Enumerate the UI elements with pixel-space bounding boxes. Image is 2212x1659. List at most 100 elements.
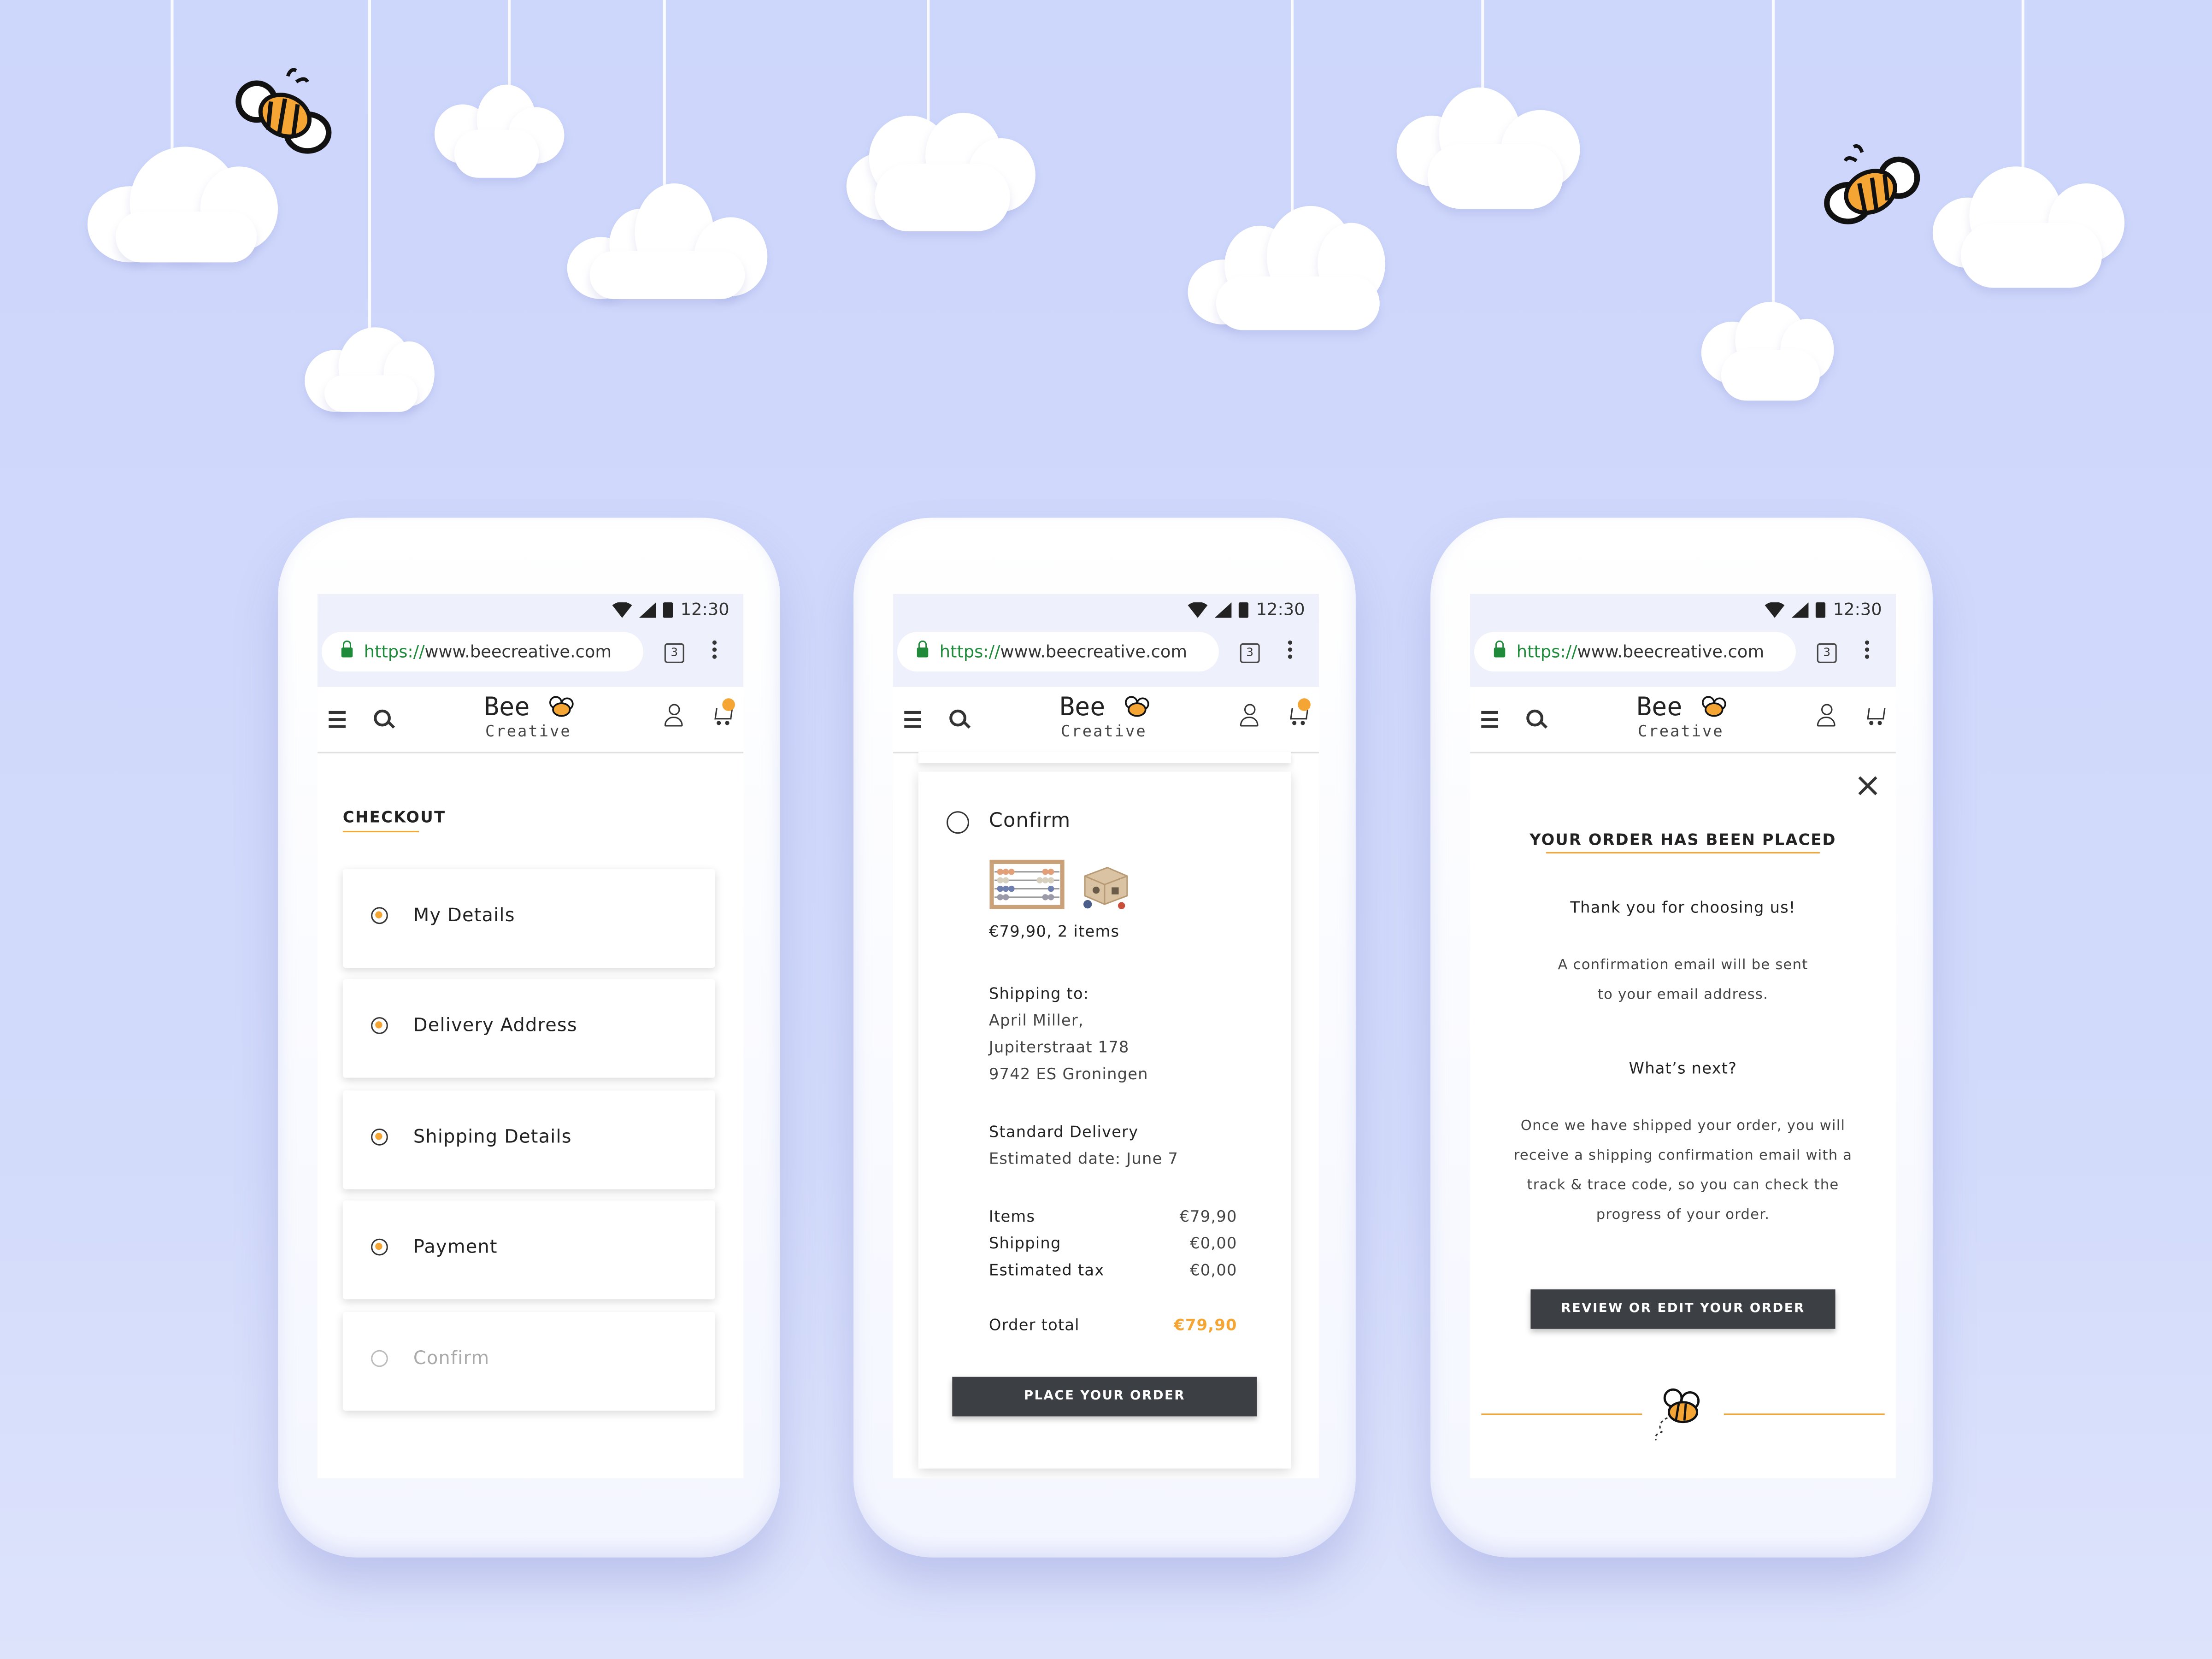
step-confirm[interactable]: Confirm [342,1312,716,1411]
browser-bar: https:// www.beecreative.com 3 [893,625,1319,687]
hanging-string [1290,0,1294,216]
phone-confirm: 12:30 https:// www.beecreative.com 3 Bee [853,518,1356,1558]
account-icon[interactable] [1240,704,1260,727]
next-steps-line: receive a shipping confirmation email wi… [1513,1148,1853,1164]
totals-label-shipping: Shipping [988,1234,1061,1253]
footer-divider [1481,1413,1642,1415]
status-time: 12:30 [1256,600,1305,619]
order-summary: €79,90, 2 items [988,923,1120,941]
bee-icon [1824,144,1920,224]
place-order-button[interactable]: PLACE YOUR ORDER [952,1377,1257,1417]
hanging-string [508,0,511,92]
menu-icon[interactable] [1481,711,1498,732]
browser-bar: https:// www.beecreative.com 3 [1470,625,1896,687]
browser-bar: https:// www.beecreative.com 3 [317,625,744,687]
cart-icon[interactable] [712,698,735,725]
next-steps-line: track & trace code, so you can check the [1527,1178,1839,1194]
step-label: Shipping Details [413,1127,572,1148]
hanging-string [2021,0,2024,172]
battery-icon [1816,602,1826,618]
lock-icon [917,640,929,657]
status-bar: 12:30 [1470,594,1896,625]
url-scheme: https:// [939,641,1000,662]
logo-text-top: Bee [1059,693,1106,723]
hanging-string [1771,0,1775,311]
logo-bee-icon [1702,696,1726,717]
step-label: Confirm [413,1348,490,1370]
cart-badge [722,698,735,711]
bee-icon [235,68,332,154]
phone-checkout: 12:30 https:// www.beecreative.com 3 Bee [278,518,780,1558]
site-nav: Bee Creative [317,687,744,753]
step-status-radio [371,907,388,924]
address-line: 9742 ES Groningen [988,1065,1148,1084]
url-scheme: https:// [364,641,425,662]
step-payment[interactable]: Payment [342,1200,716,1300]
site-logo[interactable]: Bee Creative [1051,693,1178,743]
confirm-step-label: Confirm [988,810,1071,833]
close-icon[interactable] [1857,775,1879,797]
logo-text-top: Bee [1636,693,1683,723]
tab-switcher-button[interactable]: 3 [1240,643,1260,663]
wifi-icon [612,601,633,618]
whats-next-heading: What’s next? [1629,1059,1737,1078]
more-menu-icon[interactable] [1865,638,1871,662]
confirm-radio[interactable] [947,811,970,834]
hanging-string [927,0,930,122]
next-steps-line: progress of your order. [1596,1207,1770,1224]
confirmation-email-line: A confirmation email will be sent [1558,958,1808,974]
confirm-card: Confirm €79,90, 2 items Shipping to: Apr… [918,771,1291,1469]
url-host: www.beecreative.com [424,641,612,662]
address-line: April Miller, [988,1011,1084,1030]
phone-screen: 12:30 https:// www.beecreative.com 3 Bee [1470,594,1896,1479]
signal-icon [639,601,657,618]
title-underline [1546,852,1820,854]
cart-icon[interactable] [1288,698,1311,725]
url-field[interactable]: https:// www.beecreative.com [321,632,643,672]
status-bar: 12:30 [893,594,1319,625]
step-my-details[interactable]: My Details [342,869,716,968]
logo-text-bottom: Creative [485,722,571,741]
totals-value-items: €79,90 [1179,1207,1237,1226]
tab-switcher-button[interactable]: 3 [1817,643,1837,663]
totals-value-tax: €0,00 [1190,1261,1237,1280]
shipping-to-label: Shipping to: [988,984,1089,1003]
url-host: www.beecreative.com [1000,641,1188,662]
status-time: 12:30 [1833,600,1882,619]
more-menu-icon[interactable] [1288,638,1294,662]
phone-screen: 12:30 https:// www.beecreative.com 3 Bee [893,594,1319,1479]
step-shipping-details[interactable]: Shipping Details [342,1090,716,1189]
account-icon[interactable] [664,704,684,727]
footer-divider [1724,1413,1885,1415]
site-logo[interactable]: Bee Creative [476,693,603,743]
address-line: Jupiterstraat 178 [988,1038,1130,1057]
signal-icon [1215,601,1232,618]
site-nav: Bee Creative [893,687,1319,753]
site-logo[interactable]: Bee Creative [1628,693,1755,743]
url-field[interactable]: https:// www.beecreative.com [897,632,1219,672]
totals-value-shipping: €0,00 [1190,1234,1237,1253]
logo-text-bottom: Creative [1638,722,1724,741]
search-icon[interactable] [1526,709,1543,727]
order-total-value: €79,90 [1174,1316,1237,1335]
url-field[interactable]: https:// www.beecreative.com [1474,632,1796,672]
account-icon[interactable] [1817,704,1837,727]
tab-switcher-button[interactable]: 3 [664,643,684,663]
lock-icon [341,640,353,657]
search-icon[interactable] [374,709,391,727]
status-bar: 12:30 [317,594,744,625]
search-icon[interactable] [949,709,966,727]
menu-icon[interactable] [904,711,921,732]
more-menu-icon[interactable] [712,638,718,662]
previous-step-card-edge [918,752,1291,764]
abacus-product-image [989,859,1065,909]
step-delivery-address[interactable]: Delivery Address [342,979,716,1078]
review-order-button[interactable]: REVIEW OR EDIT YOUR ORDER [1530,1289,1835,1329]
menu-icon[interactable] [329,711,346,732]
step-label: Delivery Address [413,1016,577,1037]
logo-bee-icon [549,696,574,717]
cart-icon[interactable] [1865,706,1886,725]
site-nav: Bee Creative [1470,687,1896,753]
hanging-string [1481,0,1484,92]
cart-badge [1298,698,1311,711]
